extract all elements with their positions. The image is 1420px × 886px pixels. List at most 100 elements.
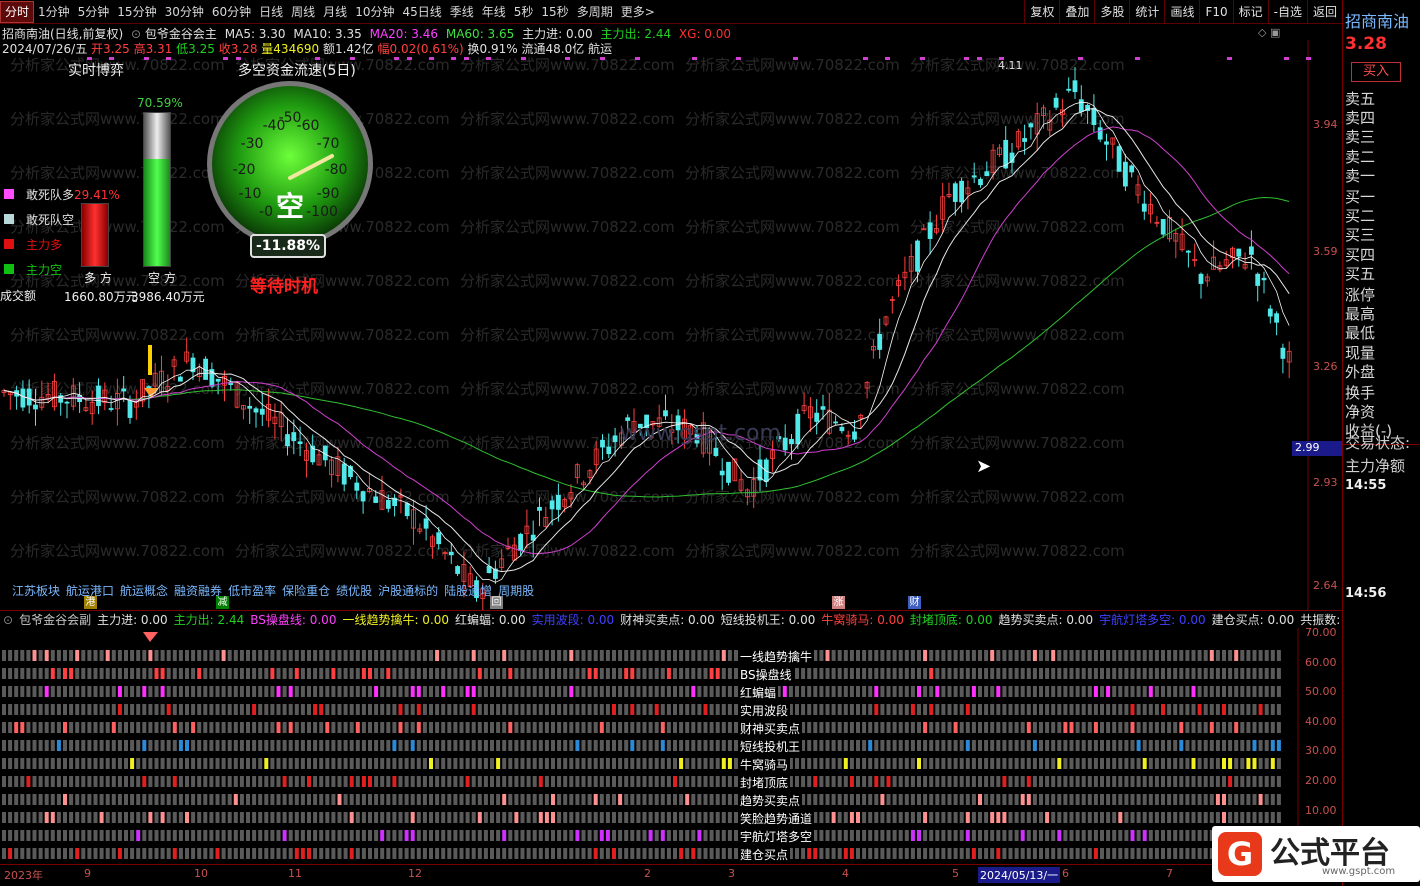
signal-off: [148, 758, 153, 769]
signal-off: [203, 830, 208, 841]
signal-on: [923, 650, 928, 661]
signal-off: [1112, 704, 1117, 715]
signal-off: [221, 830, 226, 841]
signal-off: [325, 848, 330, 859]
tool-button-1[interactable]: 叠加: [1059, 0, 1094, 24]
period-tab-16[interactable]: 更多>: [617, 1, 659, 23]
event-mark-2[interactable]: 回: [490, 596, 503, 609]
event-mark-3[interactable]: 涨: [832, 596, 845, 609]
signal-on: [130, 758, 135, 769]
period-tab-2[interactable]: 5分钟: [74, 1, 114, 23]
signal-off: [1057, 668, 1062, 679]
signal-off: [935, 668, 940, 679]
period-tab-3[interactable]: 15分钟: [113, 1, 160, 23]
period-tab-13[interactable]: 5秒: [510, 1, 538, 23]
signal-off: [1142, 776, 1147, 787]
concept-tag-9[interactable]: 周期股: [498, 582, 534, 599]
signal-off: [105, 830, 110, 841]
date-label-6: 3: [728, 867, 735, 880]
tool-button-6[interactable]: 标记: [1232, 0, 1268, 24]
sub-toggle-icon[interactable]: ⊙: [0, 613, 16, 627]
concept-tag-0[interactable]: 江苏板块: [12, 582, 60, 599]
indicator-name[interactable]: 包爷金谷会主: [145, 27, 217, 41]
signal-off: [532, 848, 537, 859]
period-tab-6[interactable]: 日线: [255, 1, 287, 23]
concept-tag-6[interactable]: 绩优股: [336, 582, 372, 599]
signal-off: [270, 812, 275, 823]
signal-on: [142, 686, 147, 697]
candle-body: [795, 413, 801, 445]
signal-off: [532, 668, 537, 679]
tool-button-0[interactable]: 复权: [1024, 0, 1059, 24]
quote-row-8: 买四: [1345, 245, 1376, 264]
signal-off: [172, 650, 177, 661]
concept-tag-7[interactable]: 沪股通标的: [378, 582, 438, 599]
concept-tag-8[interactable]: 陆股通增: [444, 582, 492, 599]
concept-tag-2[interactable]: 航运概念: [120, 582, 168, 599]
signal-off: [1039, 650, 1043, 661]
tool-button-8[interactable]: 返回: [1306, 0, 1342, 24]
period-tab-10[interactable]: 45日线: [398, 1, 445, 23]
indicator-toggle-icon[interactable]: ⊙: [131, 27, 141, 41]
signal-off: [93, 848, 98, 859]
signal-off: [1130, 758, 1135, 769]
signal-off: [1075, 758, 1080, 769]
signal-off: [849, 704, 854, 715]
period-tab-1[interactable]: 1分钟: [34, 1, 74, 23]
tool-button-3[interactable]: 统计: [1129, 0, 1164, 24]
signal-off: [514, 704, 519, 715]
period-tab-12[interactable]: 年线: [478, 1, 510, 23]
signal-on: [1209, 650, 1214, 661]
signal-off: [1185, 776, 1190, 787]
signal-off: [1142, 812, 1147, 823]
signal-off: [825, 740, 830, 751]
tool-button-7[interactable]: -自选: [1267, 0, 1307, 24]
signal-off: [422, 848, 427, 859]
period-tab-9[interactable]: 10分钟: [351, 1, 398, 23]
signal-off: [1252, 650, 1257, 661]
period-tab-4[interactable]: 30分钟: [161, 1, 208, 23]
signal-grid[interactable]: [0, 628, 1342, 864]
signal-off: [1270, 704, 1275, 715]
signal-off: [1130, 668, 1135, 679]
signal-off: [660, 704, 665, 715]
candle-body: [455, 566, 461, 574]
signal-on: [154, 668, 159, 679]
signal-off: [978, 812, 982, 823]
period-tab-14[interactable]: 15秒: [537, 1, 572, 23]
tool-button-4[interactable]: 画线: [1164, 0, 1199, 24]
price-chart[interactable]: 分析家公式网www.70822.com 分析家公式网www.70822.com 分析…: [0, 40, 1342, 610]
signal-dot: [977, 57, 982, 60]
buy-button[interactable]: 买入: [1351, 62, 1401, 82]
signal-off: [246, 650, 250, 661]
signal-off: [197, 848, 202, 859]
signal-off: [1215, 758, 1220, 769]
concept-tag-4[interactable]: 低市盈率: [228, 582, 276, 599]
signal-off: [1191, 650, 1196, 661]
period-tab-8[interactable]: 月线: [319, 1, 351, 23]
concept-tag-3[interactable]: 融资融券: [174, 582, 222, 599]
signal-on: [288, 722, 293, 733]
period-tab-11[interactable]: 季线: [446, 1, 478, 23]
signal-off: [2, 686, 6, 697]
signal-off: [130, 740, 135, 751]
concept-tag-5[interactable]: 保险重仓: [282, 582, 330, 599]
signal-off: [111, 812, 116, 823]
chart-settings-icon[interactable]: ◇ ▣: [1258, 26, 1280, 39]
signal-off: [1209, 686, 1214, 697]
signal-off: [618, 722, 623, 733]
period-tab-5[interactable]: 60分钟: [208, 1, 255, 23]
tool-button-5[interactable]: F10: [1199, 0, 1232, 24]
event-mark-0[interactable]: 港: [84, 596, 97, 609]
signal-off: [551, 758, 555, 769]
signal-off: [1118, 704, 1123, 715]
period-tab-0[interactable]: 分时: [0, 0, 35, 23]
tool-button-2[interactable]: 多股: [1094, 0, 1129, 24]
event-mark-1[interactable]: 减: [216, 596, 229, 609]
period-tab-15[interactable]: 多周期: [573, 1, 617, 23]
event-mark-4[interactable]: 财: [908, 596, 921, 609]
period-tab-7[interactable]: 周线: [287, 1, 319, 23]
signal-off: [947, 758, 952, 769]
signal-off: [874, 830, 879, 841]
signal-off: [1185, 722, 1190, 733]
